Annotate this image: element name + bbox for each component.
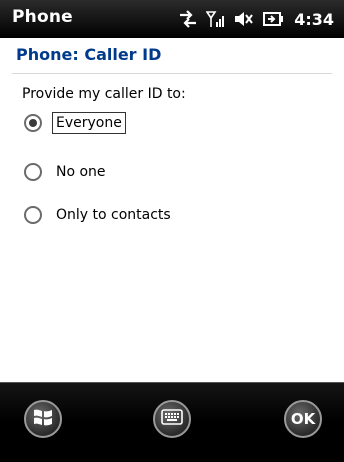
- status-icons[interactable]: 4:34: [178, 8, 334, 30]
- radio-only-contacts[interactable]: [24, 206, 42, 224]
- caller-id-prompt: Provide my caller ID to:: [22, 86, 186, 102]
- radio-no-one[interactable]: [24, 163, 42, 181]
- softkey-bar-edge: [0, 382, 344, 383]
- windows-start-icon: [32, 406, 54, 432]
- option-everyone-label[interactable]: Everyone: [52, 112, 126, 134]
- battery-charging-icon: [262, 10, 284, 28]
- status-bar: Phone 4:34: [0, 0, 344, 38]
- ok-label: OK: [290, 410, 316, 428]
- softkey-bar: OK: [0, 382, 344, 462]
- start-button[interactable]: [24, 400, 62, 438]
- keyboard-button[interactable]: [153, 400, 191, 438]
- ok-button[interactable]: OK: [284, 400, 322, 438]
- caller-id-settings: Provide my caller ID to: Everyone No one…: [0, 74, 344, 382]
- radio-everyone[interactable]: [24, 114, 42, 132]
- keyboard-icon: [161, 409, 183, 429]
- option-only-contacts-label[interactable]: Only to contacts: [52, 204, 175, 226]
- option-everyone[interactable]: Everyone: [24, 112, 126, 134]
- title-bar: Phone: Caller ID: [0, 38, 344, 72]
- app-name[interactable]: Phone: [12, 7, 73, 27]
- signal-strength-icon: [206, 10, 226, 28]
- option-only-contacts[interactable]: Only to contacts: [24, 204, 175, 226]
- speaker-muted-icon: [234, 10, 254, 28]
- phone-screen: Phone 4:34 Phone: Caller ID Provide my c…: [0, 0, 344, 462]
- clock: 4:34: [294, 9, 334, 29]
- data-transfer-icon: [178, 10, 198, 28]
- page-title: Phone: Caller ID: [16, 45, 162, 64]
- option-no-one-label[interactable]: No one: [52, 161, 110, 183]
- option-no-one[interactable]: No one: [24, 161, 110, 183]
